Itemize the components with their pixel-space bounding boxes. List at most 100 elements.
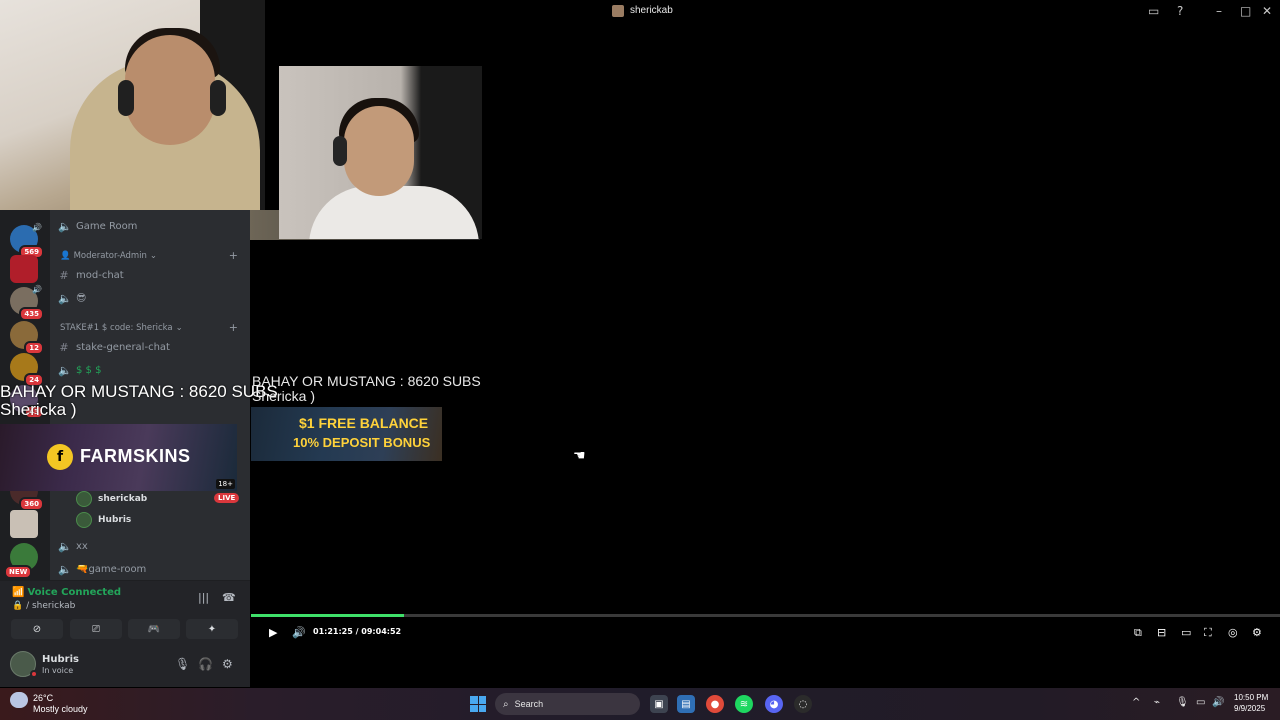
screen-share-button[interactable]: ⎚ — [70, 619, 122, 639]
noise-suppression-icon[interactable]: ||| — [198, 591, 209, 604]
server-icon[interactable] — [10, 510, 38, 538]
server-icon[interactable]: 🔊 435 — [10, 285, 44, 321]
age-rating: 18+ — [216, 479, 235, 489]
speed-icon[interactable]: ◎ — [1228, 626, 1238, 639]
subgoal-name: Shericka ) — [252, 387, 316, 404]
soundboard-button[interactable]: ✦ — [186, 619, 238, 639]
chevron-down-icon: ⌄ — [175, 323, 183, 333]
camera-off-button[interactable]: ⊘ — [11, 619, 63, 639]
webcam-secondary — [279, 66, 482, 239]
live-badge: LIVE — [214, 493, 240, 503]
network-off-icon[interactable]: ⌁ — [1154, 697, 1160, 708]
hash-icon: # — [59, 268, 69, 282]
disconnect-icon[interactable]: ☎ — [222, 591, 236, 604]
subgoal-overlay-small: BAHAY OR MUSTANG : 8620 SUBS Shericka ) — [252, 374, 481, 403]
search-icon: ⌕ — [503, 698, 509, 710]
discord-icon[interactable]: ◕ — [765, 695, 783, 713]
channel-game-room-2[interactable]: 🔈 🔫game-room — [58, 559, 146, 579]
microphone-icon[interactable]: 🎙 — [175, 657, 190, 671]
user-name[interactable]: Hubris — [42, 654, 79, 665]
seek-bar[interactable] — [251, 614, 1280, 617]
voice-status[interactable]: 📶 Voice Connected — [12, 587, 121, 598]
playback-time: 01:21:25 / 09:04:52 — [313, 627, 402, 636]
sponsor-banner-bonus[interactable]: $1 FREE BALANCE 10% DEPOSIT BONUS — [251, 407, 442, 461]
close-button[interactable]: ✕ — [1262, 4, 1272, 18]
inbox-icon[interactable]: ▭ — [1148, 4, 1159, 18]
play-button[interactable]: ▶ — [269, 626, 277, 639]
bonus-line-2: 10% DEPOSIT BONUS — [293, 435, 431, 450]
speaker-icon: 🔈 — [58, 363, 72, 377]
channel-game-room[interactable]: 🔈 Game Room — [58, 216, 137, 236]
speaker-icon: 🔈 — [58, 291, 72, 305]
weather-description[interactable]: Mostly cloudy — [33, 704, 88, 714]
channel-label: Game Room — [76, 220, 138, 232]
server-icon[interactable]: 24 — [10, 353, 44, 387]
display-icon[interactable]: ▭ — [1196, 697, 1205, 708]
status-indicator — [30, 670, 38, 678]
theater-mode-icon[interactable]: ▭ — [1181, 626, 1191, 639]
channel-dollar-voice[interactable]: 🔈 $ $ $ — [58, 360, 101, 380]
speaker-icon: 🔊 — [32, 223, 42, 232]
miniplayer-icon[interactable]: ⧉ — [1134, 626, 1142, 640]
channel-stake-general-chat[interactable]: # stake-general-chat — [58, 337, 170, 357]
maximize-button[interactable]: □ — [1240, 4, 1251, 18]
speaker-icon: 🔈 — [58, 562, 72, 576]
channel-label: 🔫game-room — [76, 563, 147, 575]
weather-icon[interactable] — [10, 692, 28, 708]
subgoal-text: BAHAY OR MUSTANG : 8620 SUBS — [0, 382, 278, 401]
chevron-down-icon: ⌄ — [149, 251, 158, 261]
add-channel-icon[interactable]: + — [229, 321, 238, 334]
server-icon[interactable]: 🔊 569 — [10, 223, 44, 259]
start-button[interactable] — [470, 696, 486, 712]
settings-gear-icon[interactable]: ⚙ — [222, 657, 233, 671]
voice-user-sherickab[interactable]: sherickab — [76, 491, 147, 507]
server-icon[interactable]: 12 — [10, 321, 44, 355]
sponsor-banner-farmskins[interactable]: f FARMSKINS 18+ — [0, 424, 237, 491]
channel-label: $ $ $ — [76, 364, 102, 376]
settings-gear-icon[interactable]: ⚙ — [1252, 626, 1262, 639]
server-icon[interactable]: NEW — [4, 543, 38, 579]
clock-time[interactable]: 10:50 PM — [1234, 693, 1268, 702]
server-icon[interactable] — [10, 255, 38, 283]
category-moderator-admin[interactable]: 👤 Moderator-Admin ⌄ — [60, 251, 157, 261]
task-view-icon[interactable]: ▣ — [650, 695, 668, 713]
chevron-up-icon[interactable]: ^ — [1132, 697, 1140, 708]
microphone-icon[interactable]: 🎙 — [1176, 697, 1189, 708]
minimize-button[interactable]: – — [1216, 4, 1222, 18]
volume-icon[interactable]: 🔊 — [1212, 697, 1224, 708]
channel-emoji-voice[interactable]: 🔈 😎 — [58, 288, 86, 308]
unread-badge: 360 — [19, 497, 44, 511]
spotify-icon[interactable]: ≋ — [735, 695, 753, 713]
app-icon[interactable]: ◌ — [794, 695, 812, 713]
channel-label: stake-general-chat — [76, 341, 170, 353]
taskbar-search[interactable]: ⌕ Search — [495, 693, 640, 715]
fullscreen-icon[interactable]: ⛶ — [1204, 626, 1212, 640]
seek-bar-fill — [251, 614, 405, 617]
search-label: Search — [514, 699, 544, 709]
clock-date[interactable]: 9/9/2025 — [1234, 704, 1265, 713]
activities-button[interactable]: 🎮 — [128, 619, 180, 639]
voice-user-hubris[interactable]: Hubris — [76, 512, 131, 528]
weather-temperature[interactable]: 26°C — [33, 693, 53, 703]
category-label: Moderator-Admin — [73, 251, 147, 261]
avatar — [76, 512, 92, 528]
subgoal-overlay-large: BAHAY OR MUSTANG : 8620 SUBS Shericka ) — [0, 383, 278, 419]
category-stake[interactable]: STAKE#1 $ code: Shericka ⌄ — [60, 323, 183, 333]
clip-icon[interactable]: ⊟ — [1157, 626, 1166, 639]
voice-status-label: Voice Connected — [27, 587, 122, 598]
help-icon[interactable]: ? — [1177, 4, 1183, 18]
speaker-icon: 🔈 — [58, 539, 72, 553]
lock-icon: 🔒 — [12, 601, 24, 611]
person-icon: 👤 — [60, 251, 71, 261]
channel-xx[interactable]: 🔈 xx — [58, 536, 88, 556]
bonus-line-1: $1 FREE BALANCE — [299, 415, 429, 431]
signal-icon: 📶 — [12, 587, 25, 598]
volume-icon[interactable]: 🔊 — [292, 626, 306, 639]
channel-mod-chat[interactable]: # mod-chat — [58, 265, 123, 285]
add-channel-icon[interactable]: + — [229, 249, 238, 262]
store-icon[interactable]: ▤ — [677, 695, 695, 713]
subgoal-text: BAHAY OR MUSTANG : 8620 SUBS — [252, 373, 481, 389]
headphones-icon[interactable]: 🎧 — [198, 657, 213, 671]
chrome-icon[interactable]: ● — [706, 695, 724, 713]
speaker-icon: 🔈 — [58, 219, 72, 233]
